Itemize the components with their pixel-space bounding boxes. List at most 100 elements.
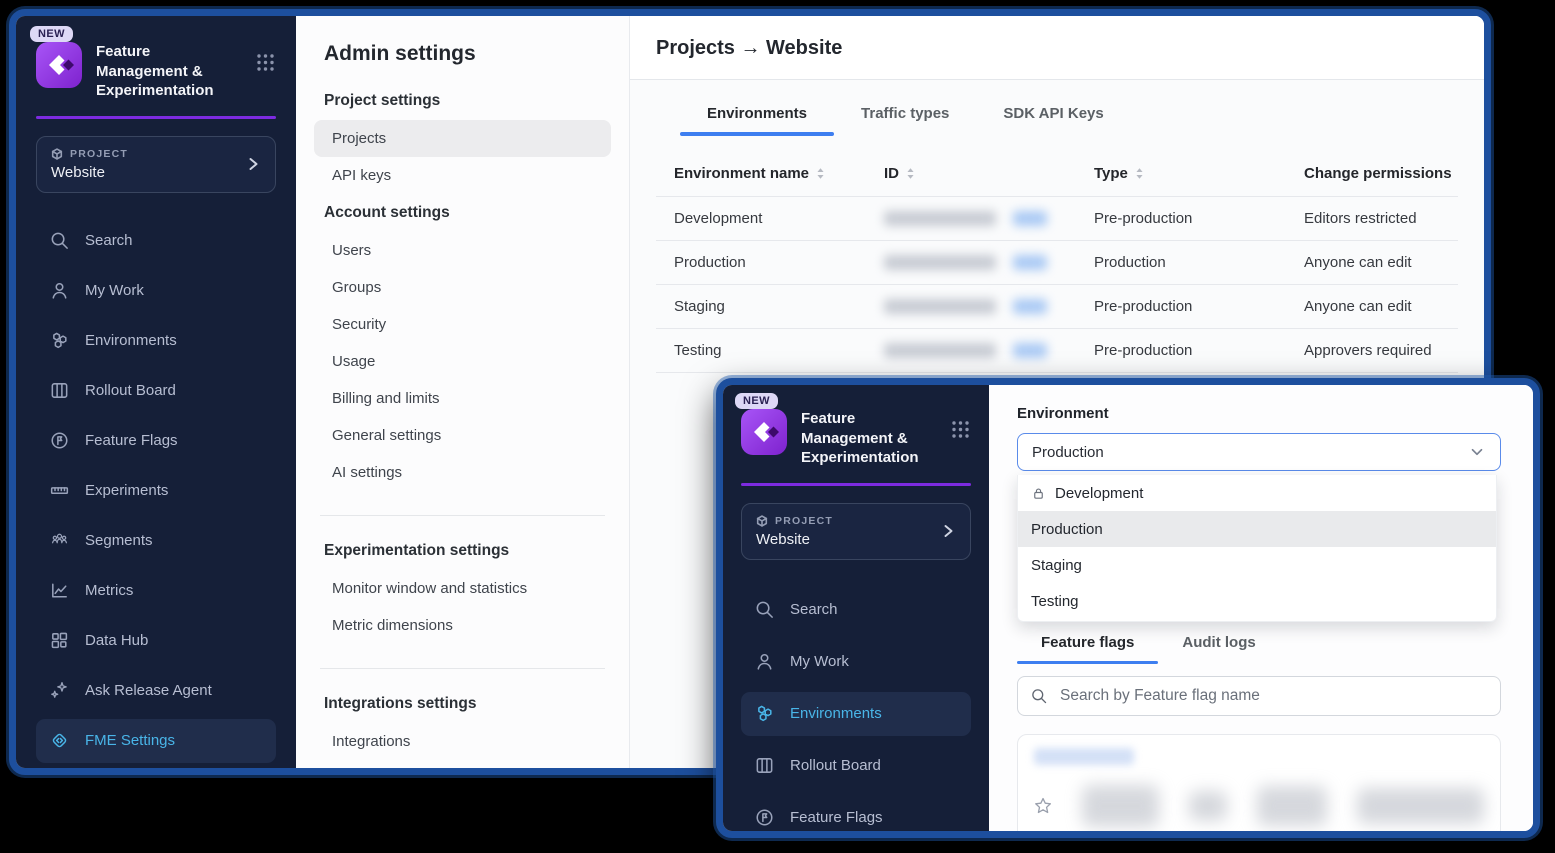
brand-divider <box>741 483 971 486</box>
admin-item-usage[interactable]: Usage <box>314 343 611 380</box>
sidebar-item-search[interactable]: Search <box>741 588 971 632</box>
section-heading-account-settings: Account settings <box>324 204 601 222</box>
redacted-copy-link[interactable] <box>1013 343 1047 358</box>
environment-select[interactable]: Production <box>1017 433 1501 471</box>
environment-panel: Environment Production Development Produ… <box>989 385 1533 831</box>
project-selector[interactable]: PROJECT Website <box>36 136 276 193</box>
section-heading-project-settings: Project settings <box>324 92 601 110</box>
admin-item-general-settings[interactable]: General settings <box>314 417 611 454</box>
admin-item-ai-settings[interactable]: AI settings <box>314 454 611 491</box>
project-name: Website <box>51 164 245 181</box>
app-switcher-grid-icon[interactable] <box>950 419 971 445</box>
sidebar-item-feature-flags[interactable]: Feature Flags <box>741 796 971 839</box>
sort-icon[interactable] <box>1135 167 1144 180</box>
sidebar-item-environments[interactable]: Environments <box>36 319 276 363</box>
app-title: Feature Management & Experimentation <box>96 42 244 101</box>
redacted-content <box>1357 788 1484 824</box>
search-icon <box>49 230 70 251</box>
sidebar-item-label: Environments <box>790 705 882 722</box>
admin-item-security[interactable]: Security <box>314 306 611 343</box>
admin-settings-title: Admin settings <box>324 42 601 66</box>
new-badge: NEW <box>30 26 73 42</box>
environment-select-value: Production <box>1032 444 1104 461</box>
overlay-nav: Search My Work Environments Rollout Boar… <box>741 588 971 839</box>
overlay-window: NEW Feature Management & Experimentation… <box>716 378 1540 838</box>
app-logo-icon <box>741 409 787 455</box>
app-title: Feature Management & Experimentation <box>801 409 949 468</box>
redacted-copy-link[interactable] <box>1013 299 1047 314</box>
env-permissions: Anyone can edit <box>1304 298 1458 315</box>
sidebar-item-ask-release-agent[interactable]: Ask Release Agent <box>36 669 276 713</box>
sidebar-item-data-hub[interactable]: Data Hub <box>36 619 276 663</box>
tab-traffic-types[interactable]: Traffic types <box>834 92 976 136</box>
admin-item-groups[interactable]: Groups <box>314 269 611 306</box>
admin-item-projects[interactable]: Projects <box>314 120 611 157</box>
env-permissions: Editors restricted <box>1304 210 1458 227</box>
table-row[interactable]: Testing Pre-production Approvers require… <box>656 328 1458 373</box>
tab-audit-logs[interactable]: Audit logs <box>1158 623 1279 664</box>
sidebar-item-rollout-board[interactable]: Rollout Board <box>36 369 276 413</box>
tab-environments[interactable]: Environments <box>680 92 834 136</box>
dropdown-option-staging[interactable]: Staging <box>1018 547 1496 583</box>
sidebar-item-my-work[interactable]: My Work <box>741 640 971 684</box>
projects-tabs: Environments Traffic types SDK API Keys <box>630 92 1484 136</box>
new-badge: NEW <box>735 393 778 409</box>
environment-dropdown-menu: Development Production Staging Testing <box>1017 475 1497 622</box>
sidebar-item-segments[interactable]: Segments <box>36 519 276 563</box>
app-logo-block: NEW Feature Management & Experimentation <box>36 30 276 101</box>
table-row[interactable]: Production Production Anyone can edit <box>656 240 1458 284</box>
sidebar-item-environments[interactable]: Environments <box>741 692 971 736</box>
admin-item-metric-dimensions[interactable]: Metric dimensions <box>314 607 611 644</box>
star-icon[interactable] <box>1034 796 1052 816</box>
lock-icon <box>1031 486 1046 501</box>
app-switcher-grid-icon[interactable] <box>255 52 276 78</box>
sidebar-item-label: My Work <box>790 653 849 670</box>
sidebar-item-feature-flags[interactable]: Feature Flags <box>36 419 276 463</box>
sidebar-item-metrics[interactable]: Metrics <box>36 569 276 613</box>
sidebar-item-label: Feature Flags <box>790 809 883 826</box>
sort-icon[interactable] <box>906 167 915 180</box>
redacted-copy-link[interactable] <box>1013 211 1047 226</box>
sidebar-item-my-work[interactable]: My Work <box>36 269 276 313</box>
admin-item-users[interactable]: Users <box>314 232 611 269</box>
sidebar-item-label: Rollout Board <box>790 757 881 774</box>
admin-item-integrations[interactable]: Integrations <box>314 723 611 760</box>
table-row[interactable]: Staging Pre-production Anyone can edit <box>656 284 1458 328</box>
tab-sdk-api-keys[interactable]: SDK API Keys <box>976 92 1130 136</box>
redacted-content <box>1082 785 1159 827</box>
hexagons-icon <box>49 330 70 351</box>
redacted-flag-link[interactable] <box>1034 748 1134 765</box>
board-icon <box>754 755 775 776</box>
admin-item-billing-and-limits[interactable]: Billing and limits <box>314 380 611 417</box>
sidebar-item-search[interactable]: Search <box>36 219 276 263</box>
tab-feature-flags[interactable]: Feature flags <box>1017 623 1158 664</box>
redacted-content <box>1189 791 1227 821</box>
col-environment-name[interactable]: Environment name <box>674 165 809 182</box>
dropdown-option-development[interactable]: Development <box>1018 475 1496 511</box>
env-name: Development <box>674 210 884 227</box>
redacted-copy-link[interactable] <box>1013 255 1047 270</box>
col-type[interactable]: Type <box>1094 165 1128 182</box>
environments-table: Environment name ID Type Change permissi… <box>656 150 1458 373</box>
sidebar-item-label: Data Hub <box>85 632 148 649</box>
dropdown-option-testing[interactable]: Testing <box>1018 583 1496 619</box>
col-id[interactable]: ID <box>884 165 899 182</box>
project-selector[interactable]: PROJECT Website <box>741 503 971 560</box>
table-row[interactable]: Development Pre-production Editors restr… <box>656 196 1458 240</box>
redacted-id-value <box>884 211 996 226</box>
feature-flag-card[interactable] <box>1017 734 1501 838</box>
sidebar-item-label: Search <box>790 601 838 618</box>
person-icon <box>49 280 70 301</box>
env-type: Pre-production <box>1094 342 1304 359</box>
grid-squares-icon <box>49 630 70 651</box>
sidebar-item-rollout-board[interactable]: Rollout Board <box>741 744 971 788</box>
feature-flag-search[interactable] <box>1017 676 1501 716</box>
sidebar-item-experiments[interactable]: Experiments <box>36 469 276 513</box>
admin-item-monitor-window[interactable]: Monitor window and statistics <box>314 570 611 607</box>
search-input[interactable] <box>1058 686 1488 706</box>
admin-item-api-keys[interactable]: API keys <box>314 157 611 194</box>
sidebar-item-fme-settings[interactable]: FME Settings <box>36 719 276 763</box>
sort-icon[interactable] <box>816 167 825 180</box>
sidebar-item-label: Metrics <box>85 582 133 599</box>
dropdown-option-production[interactable]: Production <box>1018 511 1496 547</box>
